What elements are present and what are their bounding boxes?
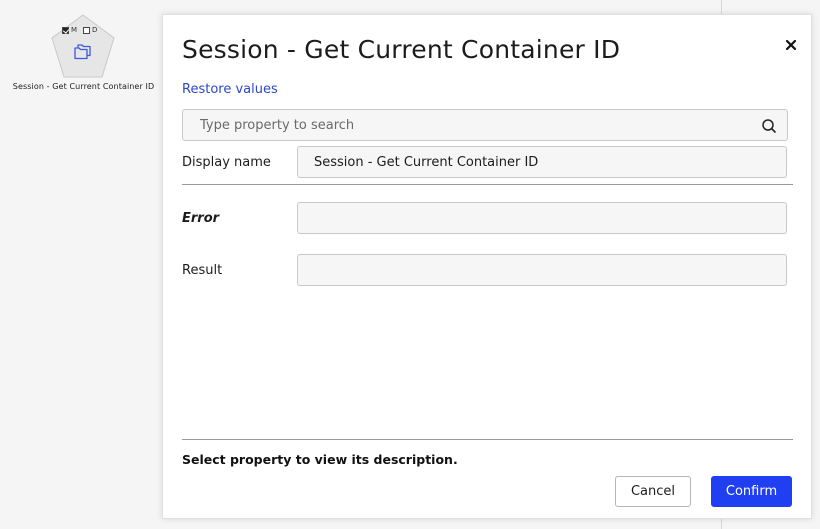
- property-label: Error: [182, 211, 220, 226]
- section-divider: [182, 184, 793, 185]
- result-input[interactable]: [298, 255, 786, 285]
- flag-m-label: M: [71, 26, 78, 34]
- flag-d-checkbox[interactable]: [83, 26, 91, 34]
- search-input[interactable]: [183, 110, 787, 140]
- restore-values-link[interactable]: Restore values: [182, 82, 278, 97]
- property-row-result: Result: [182, 254, 788, 286]
- folder-copy-icon: [74, 44, 91, 60]
- flag-m-checkbox[interactable]: [62, 26, 69, 34]
- property-label: Display name: [182, 155, 271, 170]
- search-icon[interactable]: [761, 118, 777, 134]
- confirm-button[interactable]: Confirm: [711, 476, 792, 507]
- flag-m[interactable]: M: [62, 26, 77, 34]
- dialog-title: Session - Get Current Container ID: [182, 35, 621, 64]
- display-name-field[interactable]: [297, 146, 787, 178]
- flag-d[interactable]: D: [83, 26, 97, 34]
- properties-dialog: Session - Get Current Container ID Resto…: [162, 14, 812, 519]
- close-icon[interactable]: [783, 37, 799, 53]
- property-search: [182, 109, 788, 141]
- node-flags: M D: [62, 26, 97, 34]
- result-field[interactable]: [297, 254, 787, 286]
- description-divider: [182, 439, 793, 440]
- node-label: Session - Get Current Container ID: [12, 82, 155, 91]
- flag-d-label: D: [92, 26, 98, 34]
- property-description: Select property to view its description.: [182, 452, 458, 467]
- error-input[interactable]: [298, 203, 786, 233]
- property-row-display-name: Display name: [182, 146, 788, 178]
- property-label: Result: [182, 263, 223, 278]
- display-name-input[interactable]: [298, 147, 786, 177]
- cancel-button[interactable]: Cancel: [615, 476, 691, 507]
- canvas-node[interactable]: M D Session - Get Current Container ID: [0, 0, 165, 100]
- error-field[interactable]: [297, 202, 787, 234]
- property-row-error: Error: [182, 202, 788, 234]
